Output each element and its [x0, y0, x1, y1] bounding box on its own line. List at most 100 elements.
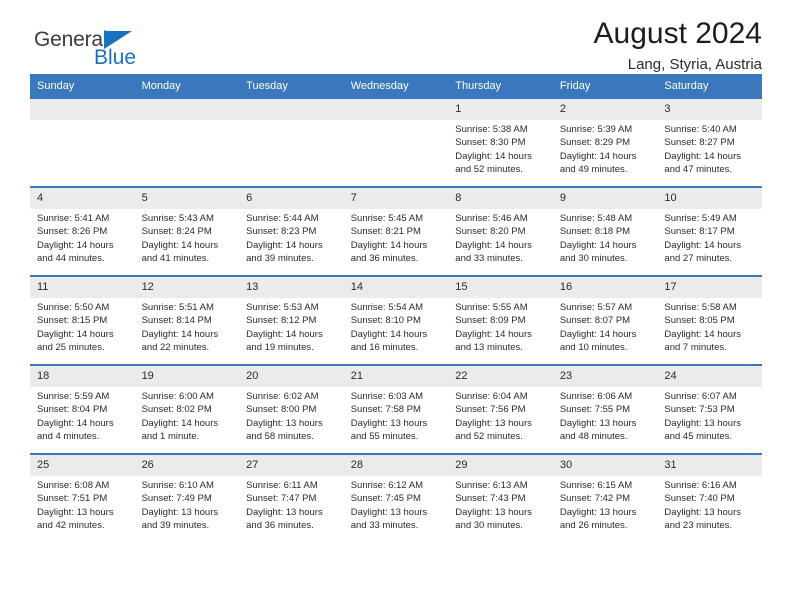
calendar-day-cell[interactable]: 11 Sunrise: 5:50 AM Sunset: 8:15 PM Dayligh… — [30, 277, 135, 364]
calendar-day-cell[interactable]: 24 Sunrise: 6:07 AM Sunset: 7:53 PM Dayligh… — [657, 366, 762, 453]
daylight-duration-line2: and 4 minutes. — [37, 430, 100, 442]
day-sun-info: Sunrise: 5:43 AM Sunset: 8:24 PM Daylight:… — [135, 209, 240, 265]
sunrise-time: Sunrise: 6:11 AM — [246, 480, 318, 491]
sunset-time: Sunset: 8:05 PM — [664, 315, 735, 327]
daylight-duration-line2: and 45 minutes. — [664, 430, 733, 442]
calendar-day-cell-empty — [343, 99, 449, 186]
brand-logo[interactable]: General Blue — [34, 28, 214, 80]
sunset-time: Sunset: 7:43 PM — [455, 493, 526, 505]
daylight-duration-line2: and 44 minutes. — [37, 252, 105, 264]
day-number: 11 — [30, 277, 135, 298]
calendar-day-cell[interactable]: 14 Sunrise: 5:54 AM Sunset: 8:10 PM Dayligh… — [343, 277, 449, 364]
daylight-duration-line2: and 27 minutes. — [664, 252, 733, 264]
sunset-time: Sunset: 8:10 PM — [350, 315, 421, 327]
day-number: 1 — [448, 99, 553, 120]
day-number — [239, 99, 344, 120]
day-number: 29 — [448, 455, 553, 476]
day-sun-info: Sunrise: 6:04 AM Sunset: 7:56 PM Daylight:… — [448, 387, 553, 443]
daylight-duration-line1: Daylight: 14 hours — [664, 328, 741, 340]
sunset-time: Sunset: 7:40 PM — [664, 493, 735, 505]
day-number: 16 — [552, 277, 658, 298]
daylight-duration-line2: and 33 minutes. — [455, 252, 523, 264]
calendar-week-row: 25 Sunrise: 6:08 AM Sunset: 7:51 PM Dayligh… — [30, 455, 762, 542]
calendar-day-cell[interactable]: 4 Sunrise: 5:41 AM Sunset: 8:26 PM Daylight… — [30, 188, 135, 275]
sunset-time: Sunset: 8:09 PM — [455, 315, 526, 327]
calendar-day-cell[interactable]: 2 Sunrise: 5:39 AM Sunset: 8:29 PM Daylight… — [552, 99, 658, 186]
calendar-day-cell[interactable]: 9 Sunrise: 5:48 AM Sunset: 8:18 PM Daylight… — [552, 188, 658, 275]
daylight-duration-line1: Daylight: 14 hours — [350, 239, 428, 251]
calendar-day-cell[interactable]: 13 Sunrise: 5:53 AM Sunset: 8:12 PM Dayligh… — [239, 277, 344, 364]
day-sun-info: Sunrise: 6:08 AM Sunset: 7:51 PM Daylight:… — [30, 476, 135, 532]
daylight-duration-line2: and 48 minutes. — [559, 430, 628, 442]
calendar-day-cell[interactable]: 22 Sunrise: 6:04 AM Sunset: 7:56 PM Dayligh… — [448, 366, 553, 453]
day-number: 23 — [552, 366, 658, 387]
calendar-day-cell[interactable]: 20 Sunrise: 6:02 AM Sunset: 8:00 PM Dayligh… — [239, 366, 344, 453]
page-header: General Blue August 2024 Lang, Styria, A… — [30, 0, 762, 74]
calendar-day-cell[interactable]: 16 Sunrise: 5:57 AM Sunset: 8:07 PM Dayligh… — [552, 277, 658, 364]
calendar-day-cell[interactable]: 21 Sunrise: 6:03 AM Sunset: 7:58 PM Dayligh… — [343, 366, 449, 453]
daylight-duration-line2: and 52 minutes. — [455, 430, 523, 442]
day-sun-info: Sunrise: 6:10 AM Sunset: 7:49 PM Daylight:… — [135, 476, 240, 532]
daylight-duration-line1: Daylight: 14 hours — [664, 150, 741, 162]
sunset-time: Sunset: 7:45 PM — [350, 493, 421, 505]
sunset-time: Sunset: 8:17 PM — [664, 226, 735, 238]
daylight-duration-line1: Daylight: 14 hours — [37, 417, 114, 429]
calendar-day-cell[interactable]: 1 Sunrise: 5:38 AM Sunset: 8:30 PM Daylight… — [448, 99, 553, 186]
calendar-day-cell[interactable]: 8 Sunrise: 5:46 AM Sunset: 8:20 PM Daylight… — [448, 188, 553, 275]
calendar-day-cell[interactable]: 29 Sunrise: 6:13 AM Sunset: 7:43 PM Dayligh… — [448, 455, 553, 542]
calendar-day-cell-empty — [134, 99, 240, 186]
calendar-day-cell[interactable]: 15 Sunrise: 5:55 AM Sunset: 8:09 PM Dayligh… — [448, 277, 553, 364]
calendar-day-cell[interactable]: 30 Sunrise: 6:15 AM Sunset: 7:42 PM Dayligh… — [552, 455, 658, 542]
calendar-day-cell[interactable]: 19 Sunrise: 6:00 AM Sunset: 8:02 PM Dayligh… — [134, 366, 240, 453]
sunrise-time: Sunrise: 5:45 AM — [350, 213, 424, 224]
calendar-day-cell[interactable]: 31 Sunrise: 6:16 AM Sunset: 7:40 PM Dayligh… — [657, 455, 762, 542]
day-number: 26 — [134, 455, 240, 476]
day-number: 4 — [30, 188, 135, 209]
day-number: 24 — [657, 366, 762, 387]
calendar-day-cell[interactable]: 7 Sunrise: 5:45 AM Sunset: 8:21 PM Daylight… — [343, 188, 449, 275]
day-number: 21 — [343, 366, 449, 387]
weekday-header-thursday: Thursday — [455, 80, 502, 92]
day-sun-info: Sunrise: 5:57 AM Sunset: 8:07 PM Daylight:… — [553, 298, 658, 354]
calendar-day-cell[interactable]: 5 Sunrise: 5:43 AM Sunset: 8:24 PM Daylight… — [134, 188, 240, 275]
calendar-day-cell[interactable]: 3 Sunrise: 5:40 AM Sunset: 8:27 PM Daylight… — [657, 99, 762, 186]
calendar-day-cell[interactable]: 17 Sunrise: 5:58 AM Sunset: 8:05 PM Dayligh… — [657, 277, 762, 364]
calendar-day-cell[interactable]: 25 Sunrise: 6:08 AM Sunset: 7:51 PM Dayligh… — [30, 455, 135, 542]
calendar-day-cell[interactable]: 27 Sunrise: 6:11 AM Sunset: 7:47 PM Dayligh… — [239, 455, 344, 542]
day-number: 15 — [448, 277, 553, 298]
daylight-duration-line2: and 16 minutes. — [350, 341, 419, 353]
day-sun-info: Sunrise: 5:58 AM Sunset: 8:05 PM Daylight:… — [657, 298, 762, 354]
calendar-day-cell[interactable]: 23 Sunrise: 6:06 AM Sunset: 7:55 PM Dayligh… — [552, 366, 658, 453]
day-sun-info: Sunrise: 5:53 AM Sunset: 8:12 PM Daylight:… — [239, 298, 344, 354]
calendar-day-cell[interactable]: 6 Sunrise: 5:44 AM Sunset: 8:23 PM Daylight… — [239, 188, 344, 275]
daylight-duration-line2: and 41 minutes. — [141, 252, 210, 264]
sunset-time: Sunset: 7:49 PM — [141, 493, 212, 505]
daylight-duration-line2: and 58 minutes. — [246, 430, 314, 442]
day-sun-info: Sunrise: 5:48 AM Sunset: 8:18 PM Daylight:… — [553, 209, 658, 265]
weekday-header-tuesday: Tuesday — [246, 80, 288, 92]
sunrise-time: Sunrise: 5:48 AM — [559, 213, 633, 224]
day-number: 9 — [552, 188, 658, 209]
day-sun-info: Sunrise: 6:15 AM Sunset: 7:42 PM Daylight:… — [553, 476, 658, 532]
sunset-time: Sunset: 8:23 PM — [246, 226, 317, 238]
day-number: 6 — [239, 188, 344, 209]
day-number — [343, 99, 449, 120]
day-sun-info: Sunrise: 6:03 AM Sunset: 7:58 PM Daylight:… — [344, 387, 449, 443]
daylight-duration-line1: Daylight: 13 hours — [246, 417, 323, 429]
daylight-duration-line1: Daylight: 13 hours — [455, 506, 532, 518]
daylight-duration-line1: Daylight: 13 hours — [246, 506, 323, 518]
daylight-duration-line1: Daylight: 14 hours — [559, 328, 637, 340]
day-number: 10 — [657, 188, 762, 209]
calendar-day-cell[interactable]: 12 Sunrise: 5:51 AM Sunset: 8:14 PM Dayligh… — [134, 277, 240, 364]
calendar-day-cell[interactable]: 10 Sunrise: 5:49 AM Sunset: 8:17 PM Dayligh… — [657, 188, 762, 275]
day-number: 17 — [657, 277, 762, 298]
calendar-day-cell[interactable]: 28 Sunrise: 6:12 AM Sunset: 7:45 PM Dayligh… — [343, 455, 449, 542]
sunset-time: Sunset: 8:21 PM — [350, 226, 421, 238]
sunrise-time: Sunrise: 5:57 AM — [559, 302, 633, 313]
daylight-duration-line1: Daylight: 13 hours — [141, 506, 219, 518]
sunset-time: Sunset: 8:02 PM — [141, 404, 212, 416]
calendar-day-cell[interactable]: 26 Sunrise: 6:10 AM Sunset: 7:49 PM Dayligh… — [134, 455, 240, 542]
day-sun-info: Sunrise: 5:50 AM Sunset: 8:15 PM Daylight:… — [30, 298, 135, 354]
day-sun-info: Sunrise: 5:41 AM Sunset: 8:26 PM Daylight:… — [30, 209, 135, 265]
calendar-day-cell[interactable]: 18 Sunrise: 5:59 AM Sunset: 8:04 PM Dayligh… — [30, 366, 135, 453]
